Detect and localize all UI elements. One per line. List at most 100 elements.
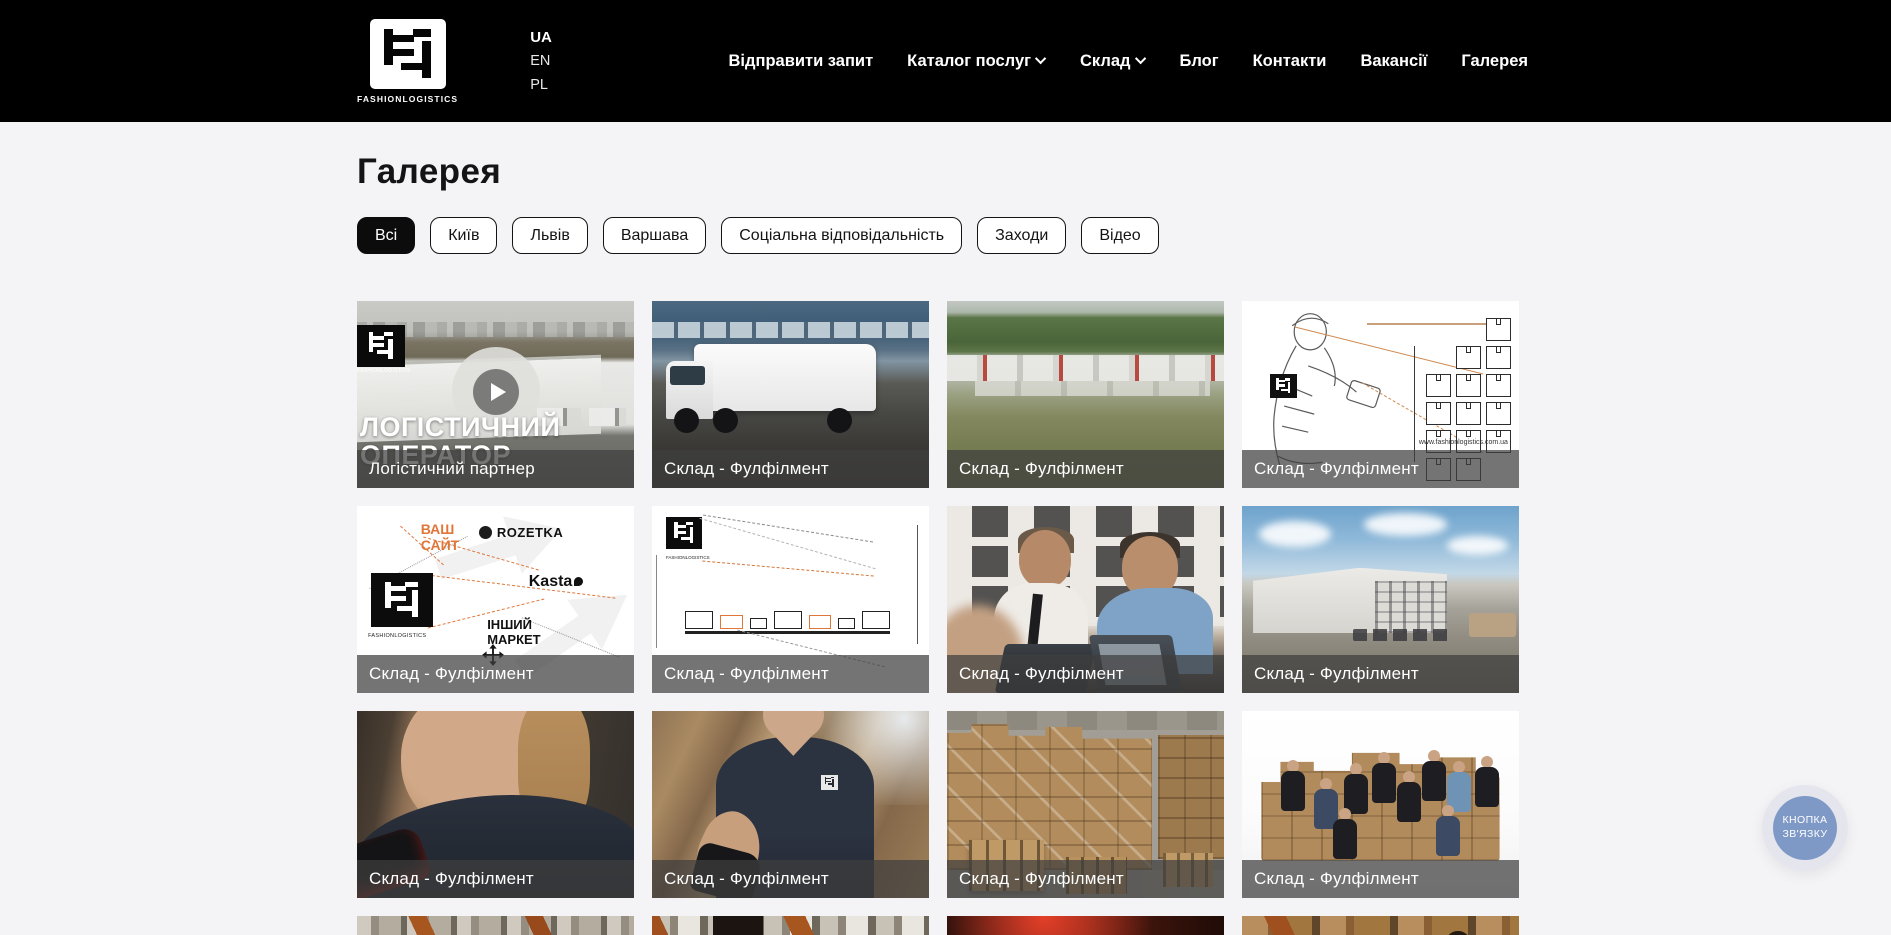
nav-send-request[interactable]: Відправити запит (729, 52, 874, 71)
team-member (1397, 771, 1421, 823)
orange-arrow-line (427, 575, 616, 599)
main-nav: Відправити запит Каталог послуг Склад Бл… (729, 52, 1528, 71)
gallery-item-photo[interactable]: Склад - Фулфілмент (357, 711, 634, 898)
gallery-item-diagram[interactable]: FASHIONLOGISTICS Склад - Фулфілмент (652, 506, 929, 693)
cloud (1447, 536, 1508, 555)
industrial-buildings (947, 355, 1224, 381)
contact-button-label: КНОПКА ЗВ'ЯЗКУ (1773, 796, 1837, 860)
fl-logo-badge (357, 325, 405, 367)
gallery-item-photo[interactable]: Склад - Фулфілмент (947, 301, 1224, 488)
filter-lviv[interactable]: Львів (512, 217, 587, 254)
gallery-item-partial[interactable] (947, 916, 1224, 935)
vertical-rule (917, 525, 918, 645)
dotted-line (521, 617, 619, 657)
gallery-item-video[interactable]: FASHIONLOGISTICS ЛОГІСТИЧНИЙ ОПЕРАТОР Ло… (357, 301, 634, 488)
cloud (1259, 521, 1331, 547)
gallery-filters: Всі Київ Львів Варшава Соціальна відпові… (357, 217, 1159, 254)
person-head (713, 916, 763, 935)
filter-all[interactable]: Всі (357, 217, 415, 254)
industrial-buildings-row2 (975, 381, 1210, 396)
logo-brand-text: FASHIONLOGISTICS (666, 555, 710, 560)
language-switcher: UA EN PL (530, 30, 552, 92)
gallery-item-photo[interactable]: Склад - Фулфілмент (652, 711, 929, 898)
conveyor-line (685, 631, 890, 634)
filter-warsaw[interactable]: Варшава (603, 217, 706, 254)
building-windows (1375, 581, 1447, 633)
team-member (1281, 760, 1305, 812)
person-hair (518, 711, 590, 831)
fl-logo-badge (1270, 374, 1297, 398)
logo-brand-text: FASHIONLOGISTICS (368, 633, 426, 639)
nav-blog[interactable]: Блог (1180, 52, 1219, 71)
person-hair (1018, 527, 1074, 553)
box-cluster (1261, 748, 1499, 860)
rack-edge-line (1414, 346, 1415, 462)
logo[interactable]: FASHIONLOGISTICS (357, 19, 458, 104)
fl-logo-badge (371, 573, 433, 627)
nav-services-catalog[interactable]: Каталог послуг (907, 52, 1046, 71)
item-caption: Склад - Фулфілмент (652, 860, 929, 898)
other-market-label: ІНШИЙ МАРКЕТ (487, 618, 559, 648)
nav-contacts[interactable]: Контакти (1253, 52, 1327, 71)
shirt-neckline (774, 735, 813, 756)
gallery-item-photo[interactable]: Склад - Фулфілмент (947, 711, 1224, 898)
orange-arrow-line (428, 598, 545, 628)
nav-gallery[interactable]: Галерея (1461, 52, 1528, 71)
chevron-down-icon (1035, 52, 1046, 63)
website-url-text: www.fashionlogistics.com.ua (1419, 439, 1508, 446)
gallery-item-photo[interactable]: Склад - Фулфілмент (1242, 506, 1519, 693)
dashed-line (700, 518, 876, 569)
filter-video[interactable]: Відео (1081, 217, 1158, 254)
person-hair (1120, 532, 1180, 558)
truck-wheel (674, 408, 699, 433)
page: FASHIONLOGISTICS UA EN PL Відправити зап… (0, 0, 1891, 935)
team-member (1436, 805, 1460, 857)
gallery-item-partial[interactable] (1242, 916, 1519, 935)
filter-kyiv[interactable]: Київ (430, 217, 497, 254)
gallery-item-partial[interactable] (357, 916, 634, 935)
page-title: Галерея (357, 152, 501, 192)
team-member (1422, 750, 1446, 802)
lang-pl[interactable]: PL (530, 78, 552, 93)
nav-warehouse[interactable]: Склад (1080, 52, 1146, 71)
gallery-item-partial[interactable] (652, 916, 929, 935)
conveyor-boxes (685, 600, 890, 630)
grey-arrow (427, 506, 573, 604)
gallery-item-drawing[interactable]: www.fashionlogistics.com.ua Склад - Фулф… (1242, 301, 1519, 488)
team-member (1475, 756, 1499, 808)
gallery-item-diagram[interactable]: FASHIONLOGISTICS ВАШ САЙТ ROZETKA Kasta … (357, 506, 634, 693)
logo-brand-text: FASHIONLOGISTICS (357, 94, 458, 104)
nav-vacancies[interactable]: Вакансії (1360, 52, 1427, 71)
city-skyline (357, 322, 634, 337)
lang-ua[interactable]: UA (530, 30, 552, 45)
filter-events[interactable]: Заходи (977, 217, 1066, 254)
person-face (401, 711, 551, 834)
tan-line (1367, 323, 1492, 325)
lang-en[interactable]: EN (530, 54, 552, 69)
orange-dashed-line (1362, 382, 1482, 452)
header: FASHIONLOGISTICS UA EN PL Відправити зап… (0, 0, 1891, 122)
team-member (1372, 752, 1396, 804)
gallery-item-photo[interactable]: Склад - Фулфілмент (652, 301, 929, 488)
item-caption: Логістичний партнер (357, 450, 634, 488)
play-icon[interactable] (473, 369, 519, 415)
dotted-line (369, 536, 467, 589)
cloud (1364, 513, 1447, 535)
truck-wheel (713, 408, 738, 433)
window-light (791, 711, 930, 805)
item-caption: Склад - Фулфілмент (947, 655, 1224, 693)
badge-brand-text: FASHIONLOGISTICS (357, 368, 405, 374)
chevron-down-icon (1134, 52, 1145, 63)
gallery-item-photo[interactable]: Склад - Фулфілмент (947, 506, 1224, 693)
orange-dashed-line (702, 560, 873, 576)
gallery-grid: FASHIONLOGISTICS ЛОГІСТИЧНИЙ ОПЕРАТОР Ло… (357, 301, 1519, 935)
item-caption: Склад - Фулфілмент (947, 450, 1224, 488)
fl-logo-badge (666, 517, 702, 549)
gallery-item-photo[interactable]: Склад - Фулфілмент (1242, 711, 1519, 898)
box-stack (947, 724, 1152, 870)
contact-button[interactable]: КНОПКА ЗВ'ЯЗКУ (1762, 785, 1848, 871)
filter-social-responsibility[interactable]: Соціальна відповідальність (721, 217, 962, 254)
orange-arrow-line (400, 526, 444, 566)
orange-arrow-line (423, 536, 539, 570)
warehouse-building (1253, 568, 1447, 633)
